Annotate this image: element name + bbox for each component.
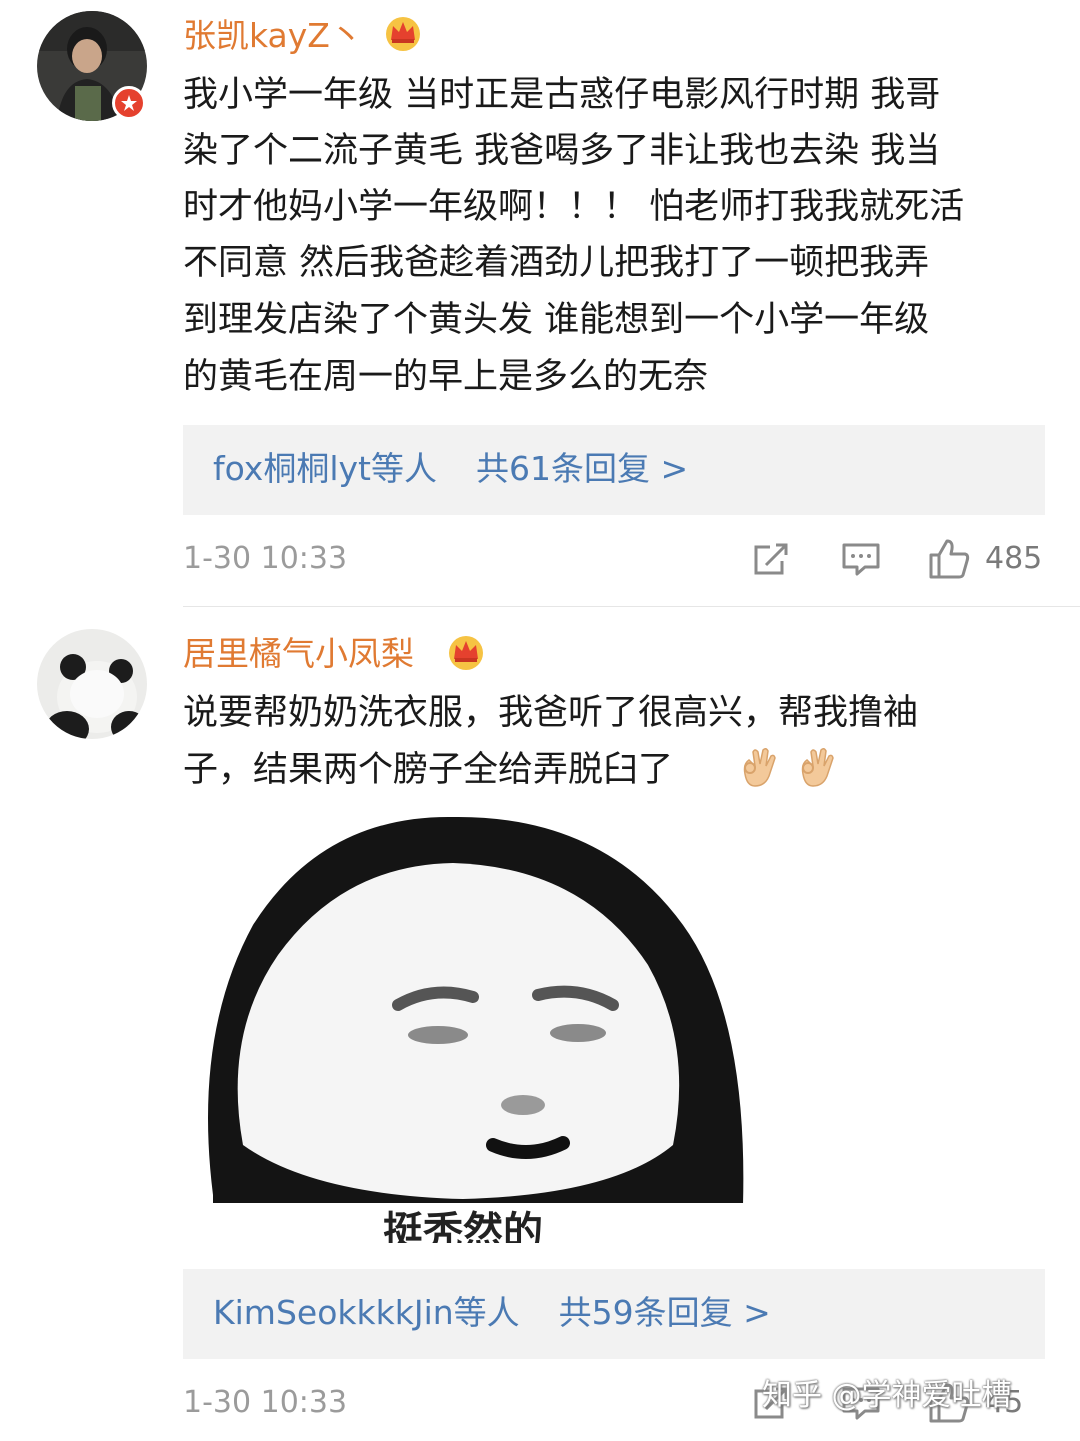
replies-link[interactable]: fox桐桐lyt等人 共61条回复 >: [213, 449, 688, 489]
replies-link[interactable]: KimSeokkkkJin等人 共59条回复 >: [213, 1293, 771, 1333]
comment-text-line: 子，结果两个膀子全给弄脱臼了: [183, 750, 674, 790]
username[interactable]: 张凯kayZ丶: [183, 16, 363, 56]
comment-text-line: 染了个二流子黄毛 我爸喝多了非让我也去染 我当: [183, 131, 941, 171]
comment-time: 1-30 10:33: [183, 1385, 348, 1420]
comment-time: 1-30 10:33: [183, 541, 348, 576]
meme-caption: 挺秃然的: [383, 1209, 543, 1243]
reply-count: 共59条回复 >: [558, 1293, 771, 1332]
reply-users: fox桐桐lyt等人: [213, 449, 437, 488]
reply-count: 共61条回复 >: [475, 449, 689, 488]
comment-text-line: 不同意 然后我爸趁着酒劲儿把我打了一顿把我弄: [183, 243, 930, 283]
watermark: 知乎 @学神爱吐槽: [762, 1378, 1012, 1413]
user-avatar[interactable]: [37, 629, 147, 739]
replies-box[interactable]: fox桐桐lyt等人 共61条回复 >: [183, 425, 1045, 515]
crown-icon: [386, 17, 420, 51]
like-icon[interactable]: [927, 537, 971, 581]
meme-image[interactable]: 挺秃然的: [183, 815, 753, 1243]
comment-text-line: 我小学一年级 当时正是古惑仔电影风行时期 我哥: [183, 75, 941, 115]
verified-badge-icon: [112, 86, 146, 120]
repost-icon[interactable]: [752, 539, 792, 579]
divider: [183, 606, 1080, 607]
username[interactable]: 居里橘气小凤梨: [183, 634, 414, 674]
comment-text-line: 的黄毛在周一的早上是多么的无奈: [183, 357, 709, 397]
ok-hand-emoji-icon: [801, 747, 834, 787]
comment-text-line: 时才他妈小学一年级啊！！！ 怕老师打我我就死活: [183, 187, 965, 227]
ok-hand-emoji-icon: [743, 747, 776, 787]
replies-box[interactable]: KimSeokkkkJin等人 共59条回复 >: [183, 1269, 1045, 1359]
crown-icon: [449, 636, 483, 670]
comment-text-line: 到理发店染了个黄头发 谁能想到一个小学一年级: [183, 300, 930, 340]
like-count: 485: [985, 541, 1043, 576]
reply-users: KimSeokkkkJin等人: [213, 1293, 520, 1332]
comment-icon[interactable]: [841, 539, 881, 579]
comment-text-line: 说要帮奶奶洗衣服，我爸听了很高兴，帮我撸袖: [183, 693, 919, 733]
